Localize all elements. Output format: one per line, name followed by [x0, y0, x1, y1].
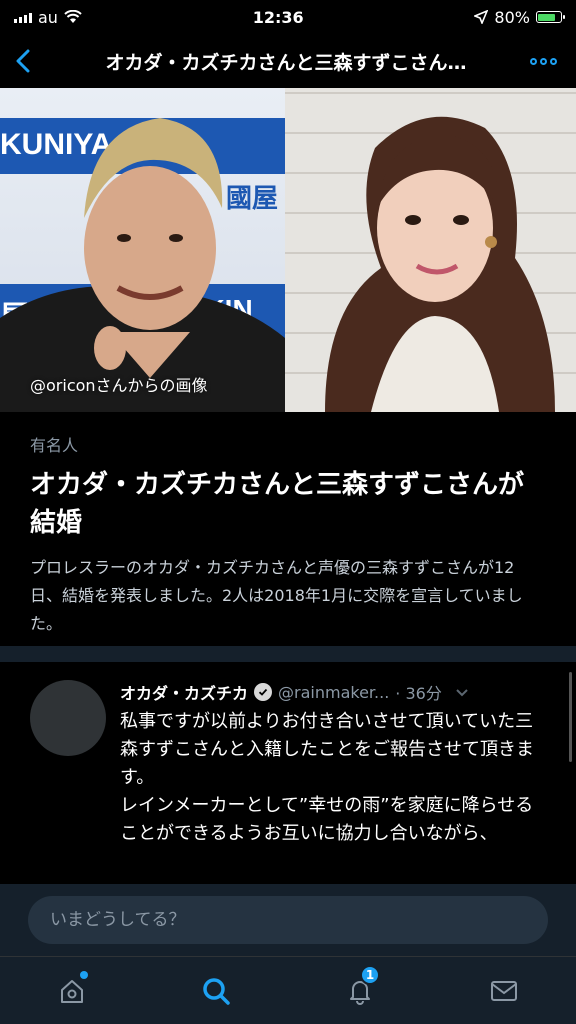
status-bar: au 12:36 80%: [0, 0, 576, 34]
compose-input[interactable]: [28, 896, 548, 944]
nav-header: オカダ・カズチカさんと三森すずこさん…: [0, 34, 576, 88]
carrier-label: au: [38, 7, 58, 27]
tweet-handle[interactable]: @rainmaker...: [278, 683, 389, 702]
tab-search[interactable]: [186, 971, 246, 1011]
section-divider: [0, 646, 576, 662]
page-title: オカダ・カズチカさんと三森すずこさん…: [105, 51, 467, 74]
tweet[interactable]: オカダ・カズチカ @rainmaker... · 36分 私事ですが以前よりお付…: [0, 662, 576, 884]
tweet-time: · 36分: [395, 684, 442, 703]
event-description: プロレスラーのオカダ・カズチカさんと声優の三森すずこさんが12日、結婚を発表しま…: [30, 558, 523, 633]
clock: 12:36: [252, 7, 304, 27]
compose-area: [0, 884, 576, 956]
hero-image[interactable]: KUNIYA 國屋 屋書 S KIN: [0, 88, 576, 412]
back-icon[interactable]: [16, 46, 46, 76]
event-headline: オカダ・カズチカさんと三森すずこさんが結婚: [30, 470, 525, 538]
search-icon: [203, 978, 230, 1005]
tweet-text: 私事ですが以前よりお付き合いさせて頂いていた三森すずこさんと入籍したことをご報告…: [120, 711, 534, 844]
scrollbar[interactable]: [569, 672, 572, 762]
tab-messages[interactable]: [474, 971, 534, 1011]
location-arrow-icon: [474, 10, 489, 24]
mail-icon: [491, 981, 517, 1001]
event-info: 有名人 オカダ・カズチカさんと三森すずこさんが結婚 プロレスラーのオカダ・カズチ…: [0, 412, 576, 646]
wifi-icon: [64, 10, 82, 23]
avatar[interactable]: [30, 680, 106, 756]
tweet-header: オカダ・カズチカ @rainmaker... · 36分: [120, 680, 546, 704]
home-icon: [61, 980, 83, 1003]
photo-left: KUNIYA 國屋 屋書 S KIN: [0, 88, 285, 412]
more-options-icon[interactable]: [526, 46, 560, 76]
photo-right: [285, 88, 576, 412]
signal-icon: [14, 11, 32, 23]
status-right: 80%: [474, 7, 565, 27]
battery-icon: [535, 11, 565, 23]
notification-badge: 1: [360, 965, 380, 985]
chevron-down-icon[interactable]: [454, 684, 470, 700]
tweet-author-name[interactable]: オカダ・カズチカ: [120, 680, 248, 704]
battery-percent: 80%: [494, 7, 530, 27]
tab-bar: 1: [0, 956, 576, 1024]
person-left-figure: [0, 118, 285, 412]
battery-fill: [538, 13, 556, 21]
verified-badge-icon: [254, 683, 273, 701]
tweet-body: オカダ・カズチカ @rainmaker... · 36分 私事ですが以前よりお付…: [120, 680, 546, 884]
tab-home[interactable]: [42, 971, 102, 1011]
image-caption: @oriconさんからの画像: [30, 376, 208, 395]
new-content-dot: [80, 971, 88, 979]
person-right-figure: [325, 116, 555, 412]
status-left: au: [14, 8, 82, 27]
tab-notifications[interactable]: 1: [330, 965, 390, 1011]
event-category: 有名人: [30, 436, 79, 455]
